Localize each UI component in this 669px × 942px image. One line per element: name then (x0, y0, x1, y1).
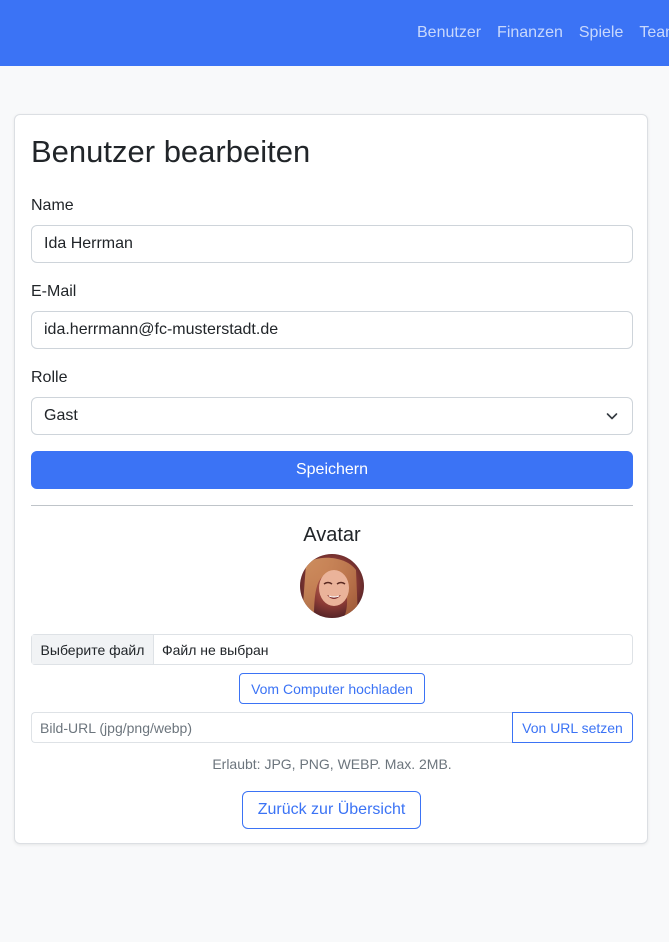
email-input[interactable] (31, 311, 633, 349)
nav-item-team[interactable]: Team (639, 24, 669, 42)
top-navbar: Benutzer Finanzen Spiele Team (0, 0, 669, 66)
choose-file-button[interactable]: Выберите файл (32, 635, 154, 664)
allowed-formats-hint: Erlaubt: JPG, PNG, WEBP. Max. 2MB. (212, 756, 452, 772)
back-to-overview-button[interactable]: Zurück zur Übersicht (242, 791, 421, 829)
edit-user-card: Benutzer bearbeiten Name E-Mail Rolle Ga… (14, 114, 648, 844)
name-input[interactable] (31, 225, 633, 263)
save-button[interactable]: Speichern (31, 451, 633, 489)
email-label: E-Mail (31, 283, 77, 300)
page-title: Benutzer bearbeiten (31, 134, 311, 169)
name-label: Name (31, 197, 74, 214)
nav-links: Benutzer Finanzen Spiele Team (417, 0, 669, 66)
role-label: Rolle (31, 369, 68, 386)
divider (31, 505, 633, 506)
role-select[interactable]: Gast (31, 397, 633, 435)
nav-item-finanzen[interactable]: Finanzen (497, 24, 563, 42)
role-select-value: Gast (44, 407, 78, 424)
chevron-down-icon (606, 413, 618, 420)
image-url-input[interactable] (31, 712, 513, 743)
avatar-heading: Avatar (303, 524, 361, 546)
nav-item-spiele[interactable]: Spiele (579, 24, 623, 42)
file-status: Файл не выбран (162, 641, 269, 658)
avatar-image (300, 554, 364, 618)
nav-item-benutzer[interactable]: Benutzer (417, 24, 481, 42)
upload-from-computer-button[interactable]: Vom Computer hochladen (239, 673, 425, 704)
set-from-url-button[interactable]: Von URL setzen (512, 712, 633, 743)
file-input[interactable]: Выберите файл Файл не выбран (31, 634, 633, 665)
